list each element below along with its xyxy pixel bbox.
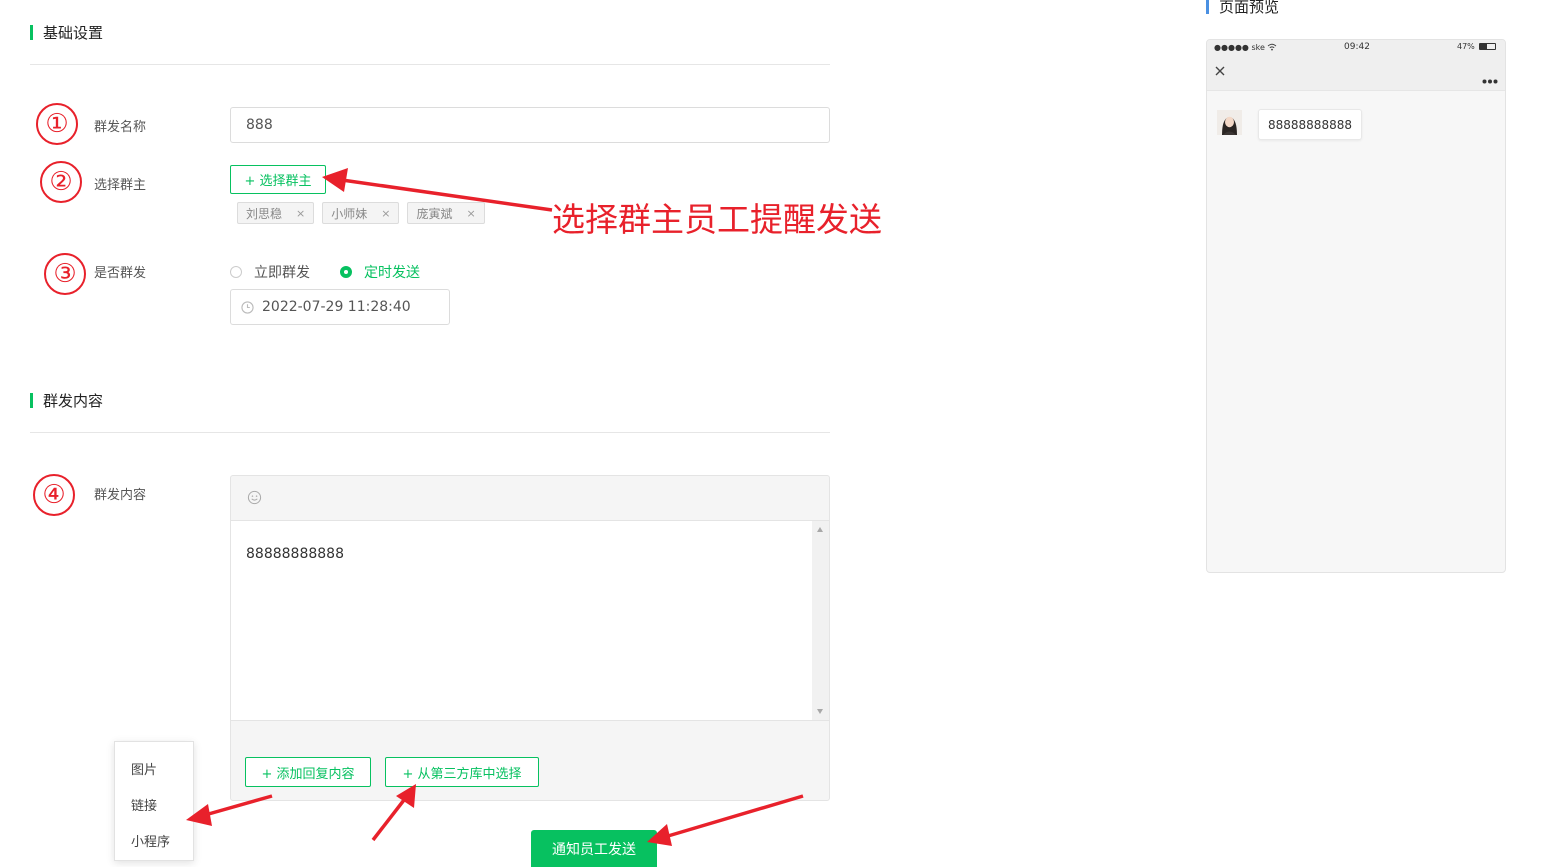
scroll-up-icon[interactable] <box>817 527 823 532</box>
section-accent-bar <box>30 25 33 40</box>
radio-send-now-label: 立即群发 <box>254 265 310 281</box>
third-party-library-button[interactable]: + 从第三方库中选择 <box>385 757 539 787</box>
radio-scheduled[interactable]: 定时发送 <box>340 262 420 282</box>
datetime-value: 2022-07-29 11:28:40 <box>262 299 411 315</box>
owner-tag-list: 刘思稳 × 小师妹 × 庞寅斌 × <box>237 202 485 224</box>
add-reply-button[interactable]: + 添加回复内容 <box>245 757 371 787</box>
owner-tag: 庞寅斌 × <box>407 202 485 224</box>
owner-tag-label: 刘思稳 <box>246 206 283 221</box>
preview-accent-bar <box>1206 0 1209 14</box>
owner-label: 选择群主 <box>94 178 147 193</box>
battery-icon <box>1479 43 1496 50</box>
emoji-icon[interactable] <box>247 490 263 506</box>
section-accent-bar <box>30 393 33 408</box>
content-textarea[interactable]: 88888888888 <box>230 520 830 721</box>
datetime-picker[interactable]: 2022-07-29 11:28:40 <box>230 289 450 325</box>
scroll-down-icon[interactable] <box>817 709 823 714</box>
step-marker-3: ③ <box>44 253 86 295</box>
divider <box>30 64 830 65</box>
owner-tag: 刘思稳 × <box>237 202 315 224</box>
step-marker-4: ④ <box>33 474 75 516</box>
step-marker-2: ② <box>40 161 82 203</box>
radio-dot <box>230 266 242 278</box>
close-icon[interactable]: × <box>466 207 475 220</box>
clock-icon <box>241 300 254 314</box>
content-text: 88888888888 <box>246 546 344 562</box>
annotation-owner-note: 选择群主员工提醒发送 <box>552 200 882 239</box>
preview-section-title-text: 页面预览 <box>1219 0 1280 16</box>
content-section-title: 群发内容 <box>30 390 103 411</box>
owner-tag: 小师妹 × <box>322 202 400 224</box>
phone-header: ●●●●● ske 09:42 47% <box>1207 40 1505 91</box>
phone-preview: ●●●●● ske 09:42 47% 88888888888 <box>1206 39 1506 573</box>
close-icon[interactable]: × <box>381 207 390 220</box>
content-editor: 88888888888 <box>230 475 830 801</box>
wifi-icon <box>1267 43 1277 51</box>
name-label: 群发名称 <box>94 120 147 135</box>
menu-item-miniprogram[interactable]: 小程序 <box>131 831 170 850</box>
owner-tag-label: 小师妹 <box>331 206 368 221</box>
arrow-icon <box>667 794 804 838</box>
basic-section-title: 基础设置 <box>30 22 103 43</box>
divider <box>30 432 830 433</box>
basic-section-title-text: 基础设置 <box>43 24 104 42</box>
content-section-title-text: 群发内容 <box>43 392 104 410</box>
preview-section-title: 页面预览 <box>1206 0 1279 17</box>
name-input[interactable]: 888 <box>230 107 830 143</box>
content-label: 群发内容 <box>94 488 147 503</box>
phone-time: 09:42 <box>1344 42 1370 52</box>
radio-send-now[interactable]: 立即群发 <box>230 262 310 282</box>
more-icon[interactable] <box>1482 69 1498 88</box>
notify-staff-send-button[interactable]: 通知员工发送 <box>531 830 657 867</box>
select-owner-button[interactable]: + 选择群主 <box>230 165 326 194</box>
signal-text: ●●●●● ske <box>1214 43 1265 52</box>
radio-scheduled-label: 定时发送 <box>364 265 420 281</box>
step-marker-1: ① <box>36 103 78 145</box>
close-icon[interactable]: × <box>296 207 305 220</box>
avatar <box>1217 110 1242 135</box>
radio-dot <box>340 266 352 278</box>
owner-tag-label: 庞寅斌 <box>416 206 453 221</box>
menu-item-image[interactable]: 图片 <box>131 759 157 778</box>
battery-text: 47% <box>1457 42 1475 51</box>
menu-item-link[interactable]: 链接 <box>131 795 157 814</box>
attachment-menu: 图片 链接 小程序 <box>114 741 194 861</box>
arrow-icon <box>371 798 406 842</box>
send-mode-label: 是否群发 <box>94 266 147 281</box>
scrollbar[interactable] <box>812 521 829 720</box>
chat-bubble: 88888888888 <box>1258 109 1362 140</box>
name-input-value: 888 <box>246 117 273 133</box>
close-icon[interactable] <box>1215 66 1225 76</box>
